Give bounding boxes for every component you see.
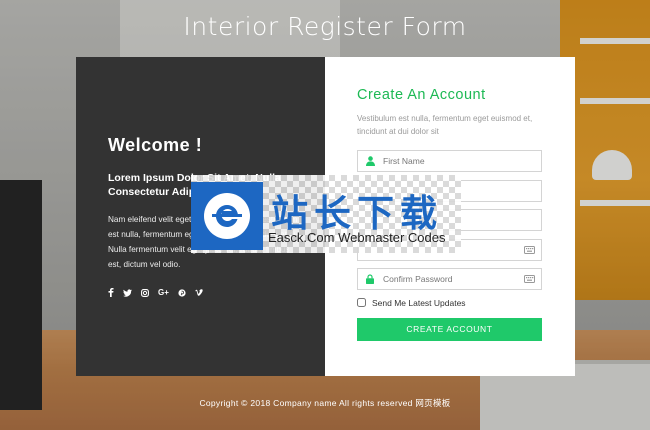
confirm-password-field[interactable] [357,268,542,290]
pinterest-icon[interactable] [178,288,186,297]
user-icon [364,155,376,167]
social-links: G+ [108,288,325,297]
updates-checkbox-label[interactable]: Send Me Latest Updates [372,298,466,308]
keyboard-icon [524,241,535,259]
welcome-heading: Welcome ! [108,135,203,155]
confirm-password-input[interactable] [383,274,519,284]
updates-checkbox-row: Send Me Latest Updates [357,298,575,308]
lock-icon [364,273,376,285]
form-description: Vestibulum est nulla, fermentum eget eui… [357,114,533,136]
first-name-input[interactable] [383,156,519,166]
watermark-en-text: Easck.Com Webmaster Codes [268,230,446,245]
create-account-button[interactable]: CREATE ACCOUNT [357,317,542,341]
facebook-icon[interactable] [108,288,114,297]
watermark-cn-text: 站长下载 [271,192,443,235]
form-title: Create An Account [357,87,486,103]
first-name-field[interactable] [357,150,542,172]
page-title: Interior Register Form [183,12,467,41]
instagram-icon[interactable] [141,288,149,297]
google-plus-icon[interactable]: G+ [158,288,169,297]
twitter-icon[interactable] [123,288,132,297]
watermark-logo-icon [191,182,263,250]
keyboard-icon [524,270,535,288]
vimeo-icon[interactable] [194,289,203,296]
watermark-logo-circle [204,193,250,239]
updates-checkbox[interactable] [357,298,366,307]
footer-copyright: Copyright © 2018 Company name All rights… [199,398,451,408]
